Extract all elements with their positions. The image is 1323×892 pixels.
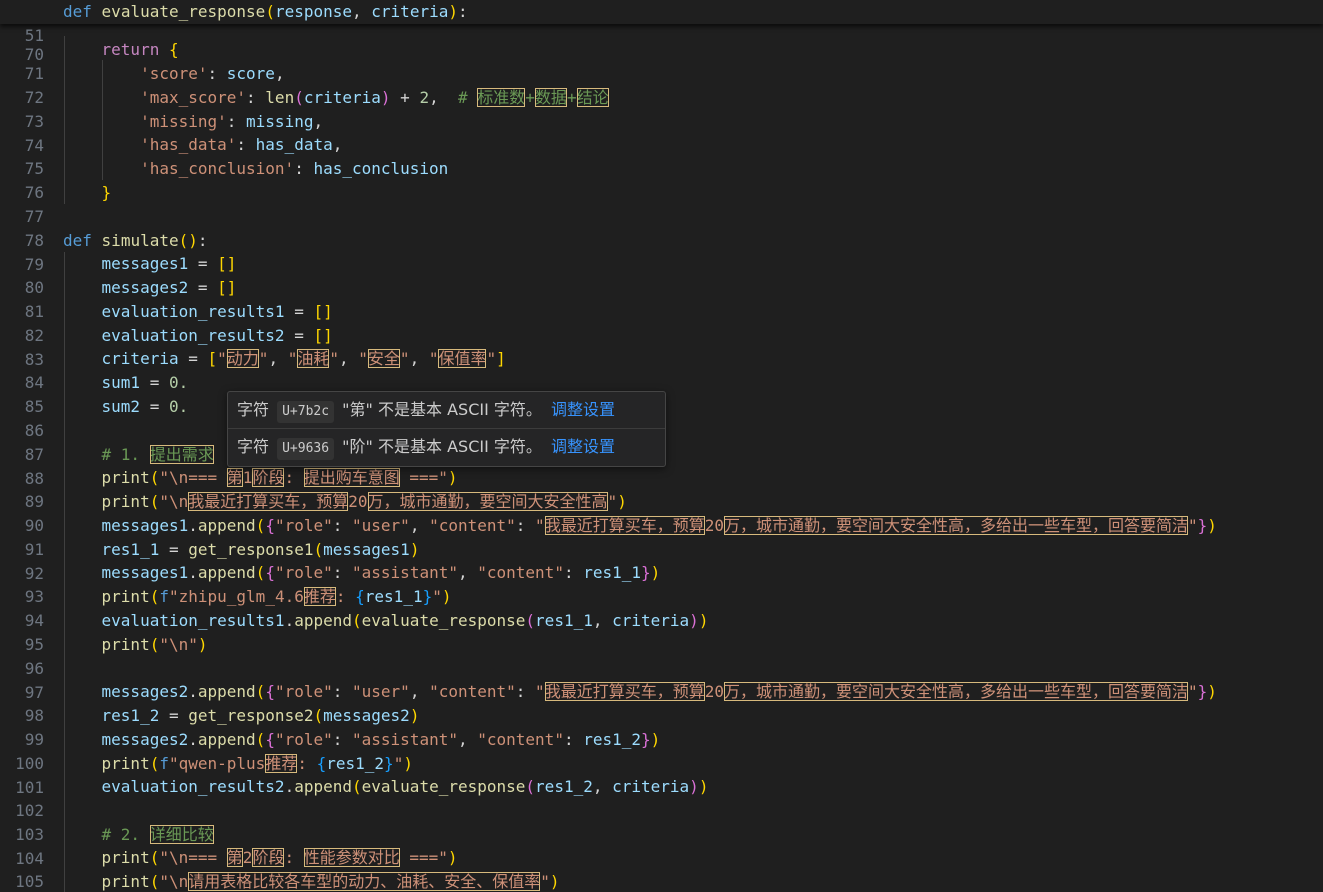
code-line[interactable]: 73 'max_score': len(criteria) + 2, # 标准数… — [0, 86, 1323, 131]
unicode-highlight[interactable]: 万，城市通勤，要空间大安全性高，多给出一些车型，回答要简洁 — [723, 682, 1188, 701]
unicode-highlight[interactable]: 保值率 — [438, 349, 487, 368]
unicode-highlight[interactable]: 第 — [226, 468, 243, 487]
code-editor[interactable]: 51 def evaluate_response(response, crite… — [0, 0, 1323, 892]
code-line[interactable]: 79 def simulate(): — [0, 229, 1323, 274]
unicode-highlight[interactable]: 我最近打算买车，预算 — [544, 682, 705, 701]
indent-guide — [64, 252, 65, 892]
unicode-highlight[interactable]: 油耗 — [297, 349, 330, 368]
code-line[interactable]: 82 evaluation_results1 = [] — [0, 300, 1323, 345]
unicode-highlight[interactable]: 数据 — [534, 88, 567, 107]
unicode-highlight[interactable]: 推荐 — [265, 754, 298, 773]
code-line[interactable]: 92 res1_1 = get_response1(messages1) — [0, 538, 1323, 583]
unicode-highlight[interactable]: 万，城市通勤，要空间大安全性高，多给出一些车型，回答要简洁 — [723, 516, 1188, 535]
code-line[interactable]: 97 — [0, 657, 1323, 702]
code-line[interactable]: 81 messages2 = [] — [0, 276, 1323, 321]
tooltip-prefix: 字符 — [237, 437, 270, 456]
code-line[interactable]: 102 evaluation_results2.append(evaluate_… — [0, 775, 1323, 820]
unicode-highlight[interactable]: 结论 — [576, 88, 609, 107]
code-line[interactable]: 100 messages2.append({"role": "assistant… — [0, 728, 1323, 773]
tooltip-row: 字符 U+7b2c "第" 不是基本 ASCII 字符。 调整设置 — [237, 392, 615, 428]
unicode-highlight[interactable]: 阶段 — [252, 848, 285, 867]
sticky-scroll-header[interactable]: 51 def evaluate_response(response, crite… — [0, 0, 1323, 45]
adjust-settings-link[interactable]: 调整设置 — [551, 437, 615, 456]
unicode-highlight[interactable]: 万，城市通勤，要空间大安全性高 — [367, 492, 608, 511]
unicode-highlight-tooltip: 字符 U+7b2c "第" 不是基本 ASCII 字符。 调整设置 字符 U+9… — [227, 391, 666, 467]
indent-guide — [102, 60, 103, 180]
code-line[interactable]: 95 evaluation_results1.append(evaluate_r… — [0, 609, 1323, 654]
unicode-highlight[interactable]: 我最近打算买车，预算 — [188, 492, 349, 511]
code-line[interactable]: 71 return { — [0, 38, 1323, 83]
unicode-codepoint: U+7b2c — [277, 401, 335, 423]
adjust-settings-link[interactable]: 调整设置 — [551, 400, 615, 419]
code-line[interactable]: 106 print("\n请用表格比较各车型的动力、油耗、安全、保值率") — [0, 870, 1323, 892]
unicode-highlight[interactable]: 性能参数对比 — [303, 848, 400, 867]
code-line[interactable]: 76 'has_conclusion': has_conclusion — [0, 157, 1323, 202]
unicode-highlight[interactable]: 推荐 — [303, 587, 336, 606]
code-line[interactable]: 101 print(f"qwen-plus推荐: {res1_2}") — [0, 752, 1323, 797]
code-line[interactable]: 90 print("\n我最近打算买车，预算20万，城市通勤，要空间大安全性高"… — [0, 490, 1323, 535]
code-line[interactable]: 94 print(f"zhipu_glm_4.6推荐: {res1_1}") — [0, 585, 1323, 630]
unicode-highlight[interactable]: 第 — [226, 848, 243, 867]
indent-guide — [64, 36, 65, 204]
code-line[interactable]: 89 print("\n=== 第1阶段: 提出购车意图 ===") — [0, 466, 1323, 511]
tooltip-message: 不是基本 ASCII 字符。 — [378, 437, 542, 456]
unicode-highlight[interactable]: 详细比较 — [149, 825, 214, 844]
code-line[interactable]: 96 print("\n") — [0, 633, 1323, 678]
code-line[interactable]: 80 messages1 = [] — [0, 252, 1323, 297]
unicode-highlight[interactable]: 提出需求 — [149, 445, 214, 464]
code-line[interactable]: 103 — [0, 799, 1323, 844]
tooltip-message: 不是基本 ASCII 字符。 — [378, 400, 542, 419]
tooltip-row: 字符 U+9636 "阶" 不是基本 ASCII 字符。 调整设置 — [237, 429, 615, 465]
code-line[interactable]: 98 messages2.append({"role": "user", "co… — [0, 680, 1323, 725]
tooltip-prefix: 字符 — [237, 400, 270, 419]
unicode-highlight[interactable]: 请用表格比较各车型的动力、油耗、安全、保值率 — [188, 872, 541, 891]
line-number: 51 — [24, 26, 44, 45]
unicode-highlight[interactable]: 提出购车意图 — [303, 468, 400, 487]
tooltip-char: "阶" — [342, 437, 373, 456]
code-line[interactable]: 91 messages1.append({"role": "user", "co… — [0, 514, 1323, 559]
unicode-highlight[interactable]: 我最近打算买车，预算 — [544, 516, 705, 535]
unicode-highlight[interactable]: 阶段 — [252, 468, 285, 487]
unicode-highlight[interactable]: 安全 — [367, 349, 400, 368]
code-line[interactable]: 93 messages1.append({"role": "assistant"… — [0, 561, 1323, 606]
code-line[interactable]: 74 'missing': missing, — [0, 110, 1323, 155]
code-line[interactable]: 99 res1_2 = get_response2(messages2) — [0, 704, 1323, 749]
code-line[interactable]: 78 — [0, 205, 1323, 250]
code-line[interactable]: 77 } — [0, 181, 1323, 226]
code-line[interactable]: 83 evaluation_results2 = [] — [0, 324, 1323, 369]
unicode-highlight[interactable]: 标准数 — [477, 88, 526, 107]
code-line[interactable]: 104 # 2. 详细比较 — [0, 823, 1323, 868]
code-line[interactable]: 84 criteria = ["动力", "油耗", "安全", "保值率"] — [0, 347, 1323, 392]
tooltip-char: "第" — [342, 400, 373, 419]
code-line[interactable]: 75 'has_data': has_data, — [0, 133, 1323, 178]
code-line[interactable]: 72 'score': score, — [0, 62, 1323, 107]
unicode-highlight[interactable]: 动力 — [226, 349, 259, 368]
unicode-codepoint: U+9636 — [277, 438, 335, 460]
code-line[interactable]: 51 def evaluate_response(response, crite… — [0, 0, 1323, 45]
code-line[interactable]: 105 print("\n=== 第2阶段: 性能参数对比 ===") — [0, 846, 1323, 891]
